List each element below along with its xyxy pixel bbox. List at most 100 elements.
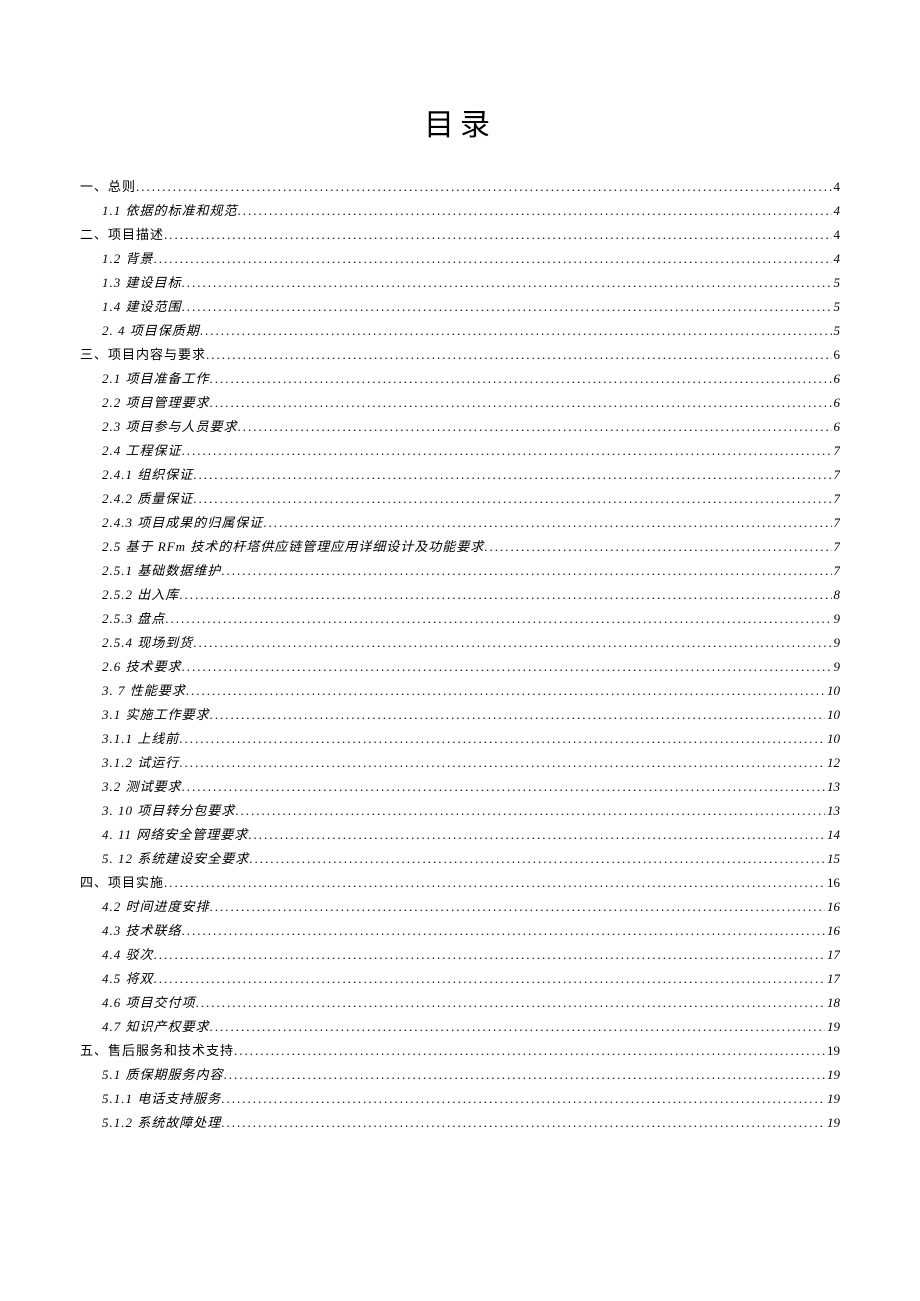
toc-entry[interactable]: 2.2 项目管理要求6 <box>80 390 840 414</box>
toc-leader-dots <box>165 612 831 625</box>
toc-entry[interactable]: 2.5.2 出入库8 <box>80 582 840 606</box>
toc-entry-label: 1.1 依据的标准和规范 <box>102 204 238 217</box>
toc-entry[interactable]: 一、总则4 <box>80 174 840 198</box>
toc-entry-label: 4.2 时间进度安排 <box>102 900 210 913</box>
toc-entry[interactable]: 4.4 驳次 17 <box>80 942 840 966</box>
toc-entry-label: 5.1.1 电话支持服务 <box>102 1092 221 1105</box>
toc-entry[interactable]: 1.2 背景4 <box>80 246 840 270</box>
toc-entry-label: 1.2 背景 <box>102 252 154 265</box>
toc-entry[interactable]: 3.1.1 上线前10 <box>80 726 840 750</box>
toc-leader-dots <box>221 1116 825 1129</box>
toc-entry[interactable]: 1.3 建设目标5 <box>80 270 840 294</box>
toc-entry-page: 19 <box>825 1116 840 1129</box>
toc-entry[interactable]: 4.6 项目交付项18 <box>80 990 840 1014</box>
toc-entry-label: 3.1.2 试运行 <box>102 756 179 769</box>
toc-leader-dots <box>248 828 825 841</box>
toc-entry-label: 3.1 实施工作要求 <box>102 708 210 721</box>
toc-entry-page: 16 <box>825 924 840 937</box>
toc-entry-label: 2.4.2 质量保证 <box>102 492 193 505</box>
toc-entry-page: 7 <box>832 492 841 505</box>
toc-entry[interactable]: 3.1 实施工作要求10 <box>80 702 840 726</box>
toc-entry-label: 2.5.4 现场到货 <box>102 636 193 649</box>
toc-entry-page: 7 <box>832 540 841 553</box>
toc-entry-page: 9 <box>832 612 841 625</box>
toc-entry[interactable]: 2.5.1 基础数据维护7 <box>80 558 840 582</box>
toc-entry-label: 2.5.2 出入库 <box>102 588 179 601</box>
toc-list: 一、总则41.1 依据的标准和规范4二、项目描述41.2 背景41.3 建设目标… <box>80 174 840 1134</box>
toc-entry-label: 5.1.2 系统故障处理 <box>102 1116 221 1129</box>
toc-leader-dots <box>193 636 831 649</box>
toc-entry[interactable]: 1.4 建设范围5 <box>80 294 840 318</box>
toc-entry-label: 5.1 质保期服务内容 <box>102 1068 224 1081</box>
toc-entry[interactable]: 2.4.1 组织保证7 <box>80 462 840 486</box>
toc-entry[interactable]: 4. 11 网络安全管理要求14 <box>80 822 840 846</box>
toc-entry-label: 2.4.1 组织保证 <box>102 468 193 481</box>
toc-entry[interactable]: 5.1.2 系统故障处理 19 <box>80 1110 840 1134</box>
toc-entry[interactable]: 2.5.4 现场到货9 <box>80 630 840 654</box>
toc-leader-dots <box>484 540 831 553</box>
toc-entry[interactable]: 4.2 时间进度安排16 <box>80 894 840 918</box>
toc-entry-page: 19 <box>825 1044 840 1057</box>
toc-entry[interactable]: 4.3 技术联络16 <box>80 918 840 942</box>
toc-entry-label: 3.1.1 上线前 <box>102 732 179 745</box>
toc-entry[interactable]: 五、售后服务和技术支持19 <box>80 1038 840 1062</box>
toc-leader-dots <box>238 204 832 217</box>
toc-leader-dots <box>238 420 832 433</box>
toc-entry-page: 6 <box>832 348 841 361</box>
toc-leader-dots <box>154 948 825 961</box>
toc-entry[interactable]: 2.5 基于 RFm 技术的杆塔供应链管理应用详细设计及功能要求7 <box>80 534 840 558</box>
toc-entry[interactable]: 2.1 项目准备工作6 <box>80 366 840 390</box>
page: 目录 一、总则41.1 依据的标准和规范4二、项目描述41.2 背景41.3 建… <box>0 0 920 1301</box>
toc-entry[interactable]: 3.2 测试要求 13 <box>80 774 840 798</box>
toc-entry-page: 17 <box>825 948 840 961</box>
toc-leader-dots <box>210 900 825 913</box>
toc-entry[interactable]: 三、项目内容与要求 6 <box>80 342 840 366</box>
toc-entry-label: 4.4 驳次 <box>102 948 154 961</box>
toc-entry[interactable]: 2.4.3 项目成果的归属保证7 <box>80 510 840 534</box>
toc-entry[interactable]: 2.4.2 质量保证 7 <box>80 486 840 510</box>
toc-entry[interactable]: 3.1.2 试运行12 <box>80 750 840 774</box>
toc-entry-label: 4. 11 网络安全管理要求 <box>102 828 248 841</box>
toc-leader-dots <box>154 252 832 265</box>
toc-entry[interactable]: 二、项目描述4 <box>80 222 840 246</box>
toc-entry[interactable]: 3. 10 项目转分包要求 13 <box>80 798 840 822</box>
toc-entry-label: 三、项目内容与要求 <box>80 348 206 361</box>
toc-title: 目录 <box>80 100 840 144</box>
toc-entry-label: 2.4 工程保证 <box>102 444 182 457</box>
toc-entry[interactable]: 4.7 知识产权要求19 <box>80 1014 840 1038</box>
toc-entry-page: 7 <box>832 444 841 457</box>
toc-leader-dots <box>179 588 831 601</box>
toc-entry[interactable]: 4.5 将双17 <box>80 966 840 990</box>
toc-entry[interactable]: 5.1.1 电话支持服务19 <box>80 1086 840 1110</box>
toc-entry-page: 13 <box>825 780 840 793</box>
toc-leader-dots <box>210 396 832 409</box>
toc-entry-page: 5 <box>832 324 841 337</box>
toc-entry[interactable]: 2.6 技术要求9 <box>80 654 840 678</box>
toc-entry-label: 2.5.3 盘点 <box>102 612 165 625</box>
toc-entry-page: 4 <box>832 204 841 217</box>
toc-entry-label: 2.1 项目准备工作 <box>102 372 210 385</box>
toc-leader-dots <box>221 1092 825 1105</box>
toc-entry[interactable]: 2.5.3 盘点 9 <box>80 606 840 630</box>
toc-entry-page: 13 <box>825 804 840 817</box>
toc-leader-dots <box>186 684 825 697</box>
toc-entry[interactable]: 5.1 质保期服务内容19 <box>80 1062 840 1086</box>
toc-entry[interactable]: 2. 4 项目保质期5 <box>80 318 840 342</box>
toc-leader-dots <box>193 492 831 505</box>
toc-entry[interactable]: 1.1 依据的标准和规范 4 <box>80 198 840 222</box>
toc-leader-dots <box>182 300 832 313</box>
toc-entry-page: 4 <box>832 228 841 241</box>
toc-entry-label: 一、总则 <box>80 180 136 193</box>
toc-entry[interactable]: 四、项目实施16 <box>80 870 840 894</box>
toc-leader-dots <box>206 348 831 361</box>
toc-leader-dots <box>179 732 825 745</box>
toc-entry[interactable]: 2.4 工程保证 7 <box>80 438 840 462</box>
toc-leader-dots <box>210 708 825 721</box>
toc-entry[interactable]: 2.3 项目参与人员要求6 <box>80 414 840 438</box>
toc-leader-dots <box>224 1068 825 1081</box>
toc-entry-label: 3. 10 项目转分包要求 <box>102 804 235 817</box>
toc-entry[interactable]: 5. 12 系统建设安全要求15 <box>80 846 840 870</box>
toc-entry[interactable]: 3. 7 性能要求10 <box>80 678 840 702</box>
toc-entry-label: 3.2 测试要求 <box>102 780 182 793</box>
toc-entry-page: 15 <box>825 852 840 865</box>
